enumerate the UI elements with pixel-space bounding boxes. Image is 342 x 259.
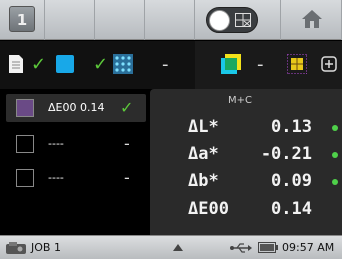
metric-label: Δb*	[188, 171, 219, 191]
metric-row-db: Δb* 0.09	[188, 171, 342, 195]
check-icon: ✓	[120, 98, 134, 117]
list-item[interactable]: ΔE00 0.14 ✓	[6, 94, 146, 122]
metric-label: Δa*	[188, 144, 219, 164]
document-icon[interactable]	[8, 54, 24, 74]
list-item[interactable]: ---- -	[6, 130, 146, 158]
crosshair-icon[interactable]	[320, 55, 338, 73]
measurement-panel: M+C ΔL* 0.13 Δa* -0.21 Δb* 0.09 ΔE00 0.1…	[150, 89, 342, 235]
instrument-icon	[6, 242, 26, 254]
check-icon: ✓	[31, 54, 47, 75]
metric-value: 0.13	[271, 117, 312, 137]
metric-value: 0.09	[271, 171, 312, 191]
metric-row-dl: ΔL* 0.13	[188, 117, 342, 141]
usb-icon	[230, 243, 252, 253]
home-icon[interactable]	[301, 8, 323, 30]
yellow-cyan-square-icon[interactable]	[219, 52, 243, 76]
row-label: ----	[48, 171, 64, 184]
battery-icon	[258, 242, 278, 253]
grid-icon	[235, 13, 251, 27]
toolbar-cell	[95, 0, 145, 40]
clock: 09:57 AM	[282, 241, 335, 254]
status-dash: -	[257, 54, 264, 75]
chevron-up-icon[interactable]	[173, 244, 183, 251]
metric-row-de00: ΔE00 0.14	[188, 199, 342, 223]
toggle-knob	[209, 10, 230, 31]
toolbar-cell	[45, 0, 95, 40]
metric-value: 0.14	[271, 199, 312, 219]
blue-square-icon[interactable]	[56, 55, 74, 73]
panel-title: M+C	[228, 95, 252, 106]
status-dash: -	[124, 168, 130, 187]
view-toggle[interactable]	[206, 7, 258, 33]
status-bar: JOB 1 09:57 AM	[0, 235, 342, 259]
color-swatch	[16, 99, 34, 117]
metric-value: -0.21	[260, 144, 312, 164]
patch-list: ΔE00 0.14 ✓ ---- - ---- -	[0, 89, 150, 235]
status-dash: -	[124, 134, 130, 153]
color-grid-icon[interactable]	[287, 54, 307, 74]
status-dot-icon	[332, 125, 338, 131]
page-number-button[interactable]: 1	[9, 6, 35, 32]
metric-row-da: Δa* -0.21	[188, 144, 342, 168]
status-dot-icon	[332, 152, 338, 158]
color-swatch	[16, 135, 34, 153]
row-label: ----	[48, 137, 64, 150]
toolbar-cell	[145, 0, 195, 40]
metric-label: ΔL*	[188, 117, 219, 137]
dot-grid-icon[interactable]	[113, 54, 133, 74]
status-dash: -	[162, 54, 169, 75]
list-item[interactable]: ---- -	[6, 164, 146, 192]
color-swatch	[16, 169, 34, 187]
row-label: ΔE00 0.14	[48, 101, 105, 114]
check-icon: ✓	[93, 54, 109, 75]
top-toolbar: 1	[0, 0, 342, 40]
job-label: JOB 1	[31, 241, 61, 254]
status-dot-icon	[332, 179, 338, 185]
metric-label: ΔE00	[188, 199, 229, 219]
